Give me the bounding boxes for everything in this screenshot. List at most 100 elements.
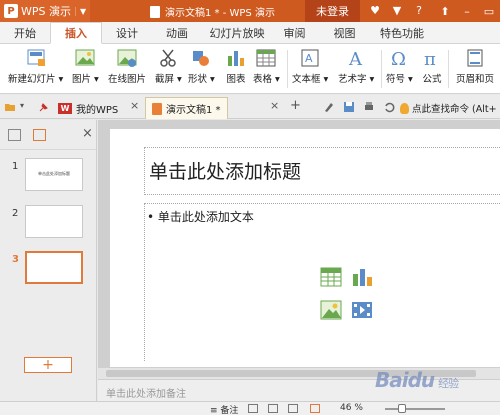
undo-icon[interactable] <box>383 101 395 113</box>
tab-current-doc[interactable]: 演示文稿1 * <box>145 97 228 119</box>
formula-button[interactable]: π 公式 <box>421 48 443 85</box>
chevron-down-icon[interactable]: ▾ <box>20 101 32 113</box>
tab-features[interactable]: 特色功能 <box>372 22 432 44</box>
tab-animation[interactable]: 动画 <box>152 22 202 44</box>
new-slide-button[interactable]: 新建幻灯片 ▾ <box>8 48 63 85</box>
zoom-level[interactable]: 46 % <box>340 403 363 413</box>
minimize-button[interactable]: – <box>456 0 478 22</box>
folder-icon[interactable] <box>4 101 16 113</box>
status-notes-label: 备注 <box>220 406 239 415</box>
wordart-label: 艺术字 <box>338 74 367 85</box>
baidu-watermark: Baidu 经验 <box>375 368 459 392</box>
help-icon[interactable]: ? <box>412 3 426 17</box>
insert-table-icon[interactable] <box>319 266 343 288</box>
tab-current-doc-label: 演示文稿1 * <box>166 105 221 116</box>
slideshow-icon[interactable] <box>310 404 320 413</box>
outline-view-icon[interactable] <box>8 129 21 141</box>
share-icon[interactable]: ⬆ <box>434 0 456 22</box>
header-footer-button[interactable]: 页眉和页 <box>456 48 494 85</box>
svg-text:Ω: Ω <box>391 49 406 68</box>
insert-picture-icon[interactable] <box>319 299 343 321</box>
tab-home[interactable]: 开始 <box>0 22 50 44</box>
save-icon[interactable] <box>343 101 355 113</box>
document-tabs-bar: ▾ W 我的WPS × 演示文稿1 * × + 点此查找命令 (Alt+ <box>0 95 500 119</box>
pin-icon[interactable] <box>38 101 50 113</box>
slide-thumbnail-row-selected[interactable]: 3 <box>0 251 97 291</box>
close-icon[interactable]: × <box>130 99 142 112</box>
textbox-label: 文本框 <box>292 74 321 85</box>
shirt-icon[interactable]: ▼ <box>390 3 404 17</box>
chevron-down-icon: ▼ <box>75 6 86 16</box>
symbol-button[interactable]: Ω 符号 ▾ <box>386 48 413 85</box>
insert-video-icon[interactable] <box>350 299 374 321</box>
add-slide-button[interactable]: + <box>24 357 72 373</box>
header-footer-icon <box>467 49 483 67</box>
image-button[interactable]: 图片 ▾ <box>72 48 99 85</box>
slide-thumbnail-row[interactable]: 2 <box>0 205 97 245</box>
new-slide-label: 新建幻灯片 <box>8 74 56 85</box>
tab-insert[interactable]: 插入 <box>50 22 102 44</box>
zoom-slider-thumb[interactable] <box>398 404 406 413</box>
svg-text:A: A <box>348 49 363 68</box>
slide-thumbnail-row[interactable]: 1 单击此处添加标题 <box>0 158 97 198</box>
insert-chart-icon[interactable] <box>350 266 374 288</box>
ribbon-divider <box>381 50 382 88</box>
wordart-icon: A <box>348 49 363 68</box>
screenshot-label: 截屏 <box>155 74 175 85</box>
reading-view-icon[interactable] <box>288 404 298 413</box>
slide-canvas: 单击此处添加标题 • 单击此处添加文本 <box>98 120 500 367</box>
online-image-button[interactable]: 在线图片 <box>108 48 146 85</box>
ribbon-insert: 新建幻灯片 ▾ 图片 ▾ 在线图片 截屏 ▾ 形状 ▾ 图表 表格 ▾ A 文本… <box>0 44 500 94</box>
shape-label: 形状 <box>188 74 208 85</box>
svg-text:π: π <box>424 49 436 68</box>
tab-slideshow[interactable]: 幻灯片放映 <box>202 22 272 44</box>
slide-thumbnail-selected[interactable] <box>25 251 83 284</box>
command-search[interactable]: 点此查找命令 (Alt+ <box>400 101 497 115</box>
print-icon[interactable] <box>363 101 375 113</box>
tab-view[interactable]: 视图 <box>317 22 372 44</box>
image-icon <box>75 49 95 66</box>
screenshot-button[interactable]: 截屏 ▾ <box>155 48 182 85</box>
tab-mywps[interactable]: W 我的WPS <box>52 97 124 119</box>
table-button[interactable]: 表格 ▾ <box>253 48 280 85</box>
sorter-view-icon[interactable] <box>268 404 278 413</box>
symbol-label: 符号 <box>386 74 406 85</box>
slide-editor[interactable]: 单击此处添加标题 • 单击此处添加文本 <box>110 129 500 367</box>
watermark-sub: 经验 <box>438 377 459 390</box>
window-title: 演示文稿1 * - WPS 演示 <box>150 4 275 19</box>
app-menu-button[interactable]: P WPS 演示 ▼ <box>0 0 91 22</box>
wordart-button[interactable]: A 艺术字 ▾ <box>338 48 374 85</box>
status-bar: ≡ 备注 46 % <box>0 401 500 415</box>
scissors-icon <box>160 49 177 67</box>
slides-view-icon[interactable] <box>33 129 46 141</box>
textbox-icon: A <box>301 49 319 67</box>
wps-w-icon: W <box>58 102 72 114</box>
brush-icon[interactable] <box>323 101 335 113</box>
body-placeholder-text: • 单击此处添加文本 <box>147 210 254 224</box>
status-notes-toggle[interactable]: ≡ 备注 <box>210 403 238 415</box>
add-tab-icon[interactable]: + <box>290 98 302 113</box>
normal-view-icon[interactable] <box>248 404 258 413</box>
online-image-label: 在线图片 <box>108 74 147 85</box>
ribbon-tabs: 开始 插入 设计 动画 幻灯片放映 审阅 视图 特色功能 <box>0 22 500 44</box>
slide-thumbnail[interactable] <box>25 205 83 238</box>
textbox-button[interactable]: A 文本框 ▾ <box>292 48 328 85</box>
document-icon <box>150 5 160 18</box>
tab-review[interactable]: 审阅 <box>272 22 317 44</box>
slide-thumbnail-title: 单击此处添加标题 <box>38 171 70 176</box>
close-icon[interactable]: × <box>270 99 282 112</box>
chart-button[interactable]: 图表 <box>225 48 247 85</box>
title-bar: P WPS 演示 ▼ 演示文稿1 * - WPS 演示 未登录 ♥ ▼ ? ⬆ … <box>0 0 500 22</box>
slide-thumbnail[interactable]: 单击此处添加标题 <box>25 158 83 191</box>
login-button[interactable]: 未登录 <box>305 0 360 22</box>
title-placeholder[interactable]: 单击此处添加标题 <box>144 147 500 195</box>
tab-design[interactable]: 设计 <box>102 22 152 44</box>
ribbon-divider <box>448 50 449 88</box>
zoom-slider[interactable] <box>385 408 445 410</box>
shape-button[interactable]: 形状 ▾ <box>188 48 215 85</box>
skin-icon[interactable]: ♥ <box>368 3 382 17</box>
body-placeholder[interactable]: • 单击此处添加文本 <box>144 203 500 361</box>
maximize-button[interactable]: ▭ <box>478 0 500 22</box>
close-icon[interactable]: × <box>82 126 93 141</box>
table-label: 表格 <box>253 74 273 85</box>
